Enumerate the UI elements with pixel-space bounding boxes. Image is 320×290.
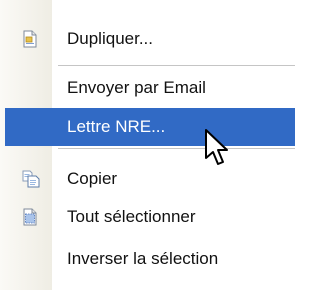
menu-item-label: Copier bbox=[67, 169, 118, 188]
mouse-pointer-icon bbox=[205, 129, 228, 165]
menu-item-tout-selectionner[interactable]: Tout sélectionner bbox=[0, 198, 297, 236]
document-icon bbox=[22, 30, 38, 48]
copy-icon bbox=[22, 170, 40, 188]
menu-item-lettre-nre[interactable]: Lettre NRE... bbox=[0, 108, 297, 146]
menu-item-label: Envoyer par Email bbox=[67, 78, 206, 97]
menu-separator bbox=[58, 148, 295, 149]
menu-item-label: Inverser la sélection bbox=[67, 249, 219, 268]
menu-item-label: Lettre NRE... bbox=[67, 117, 166, 136]
menu-item-label: Dupliquer... bbox=[67, 29, 153, 48]
select-all-icon bbox=[22, 208, 38, 226]
menu-item-inverser-la-selection[interactable]: Inverser la sélection bbox=[0, 240, 297, 278]
context-menu: Dupliquer... Envoyer par Email Lettre NR… bbox=[0, 0, 297, 290]
menu-item-dupliquer[interactable]: Dupliquer... bbox=[0, 20, 297, 58]
menu-separator bbox=[58, 65, 295, 66]
menu-item-copier[interactable]: Copier bbox=[0, 160, 297, 198]
menu-item-envoyer-par-email[interactable]: Envoyer par Email bbox=[0, 69, 297, 107]
menu-item-label: Tout sélectionner bbox=[67, 207, 196, 226]
